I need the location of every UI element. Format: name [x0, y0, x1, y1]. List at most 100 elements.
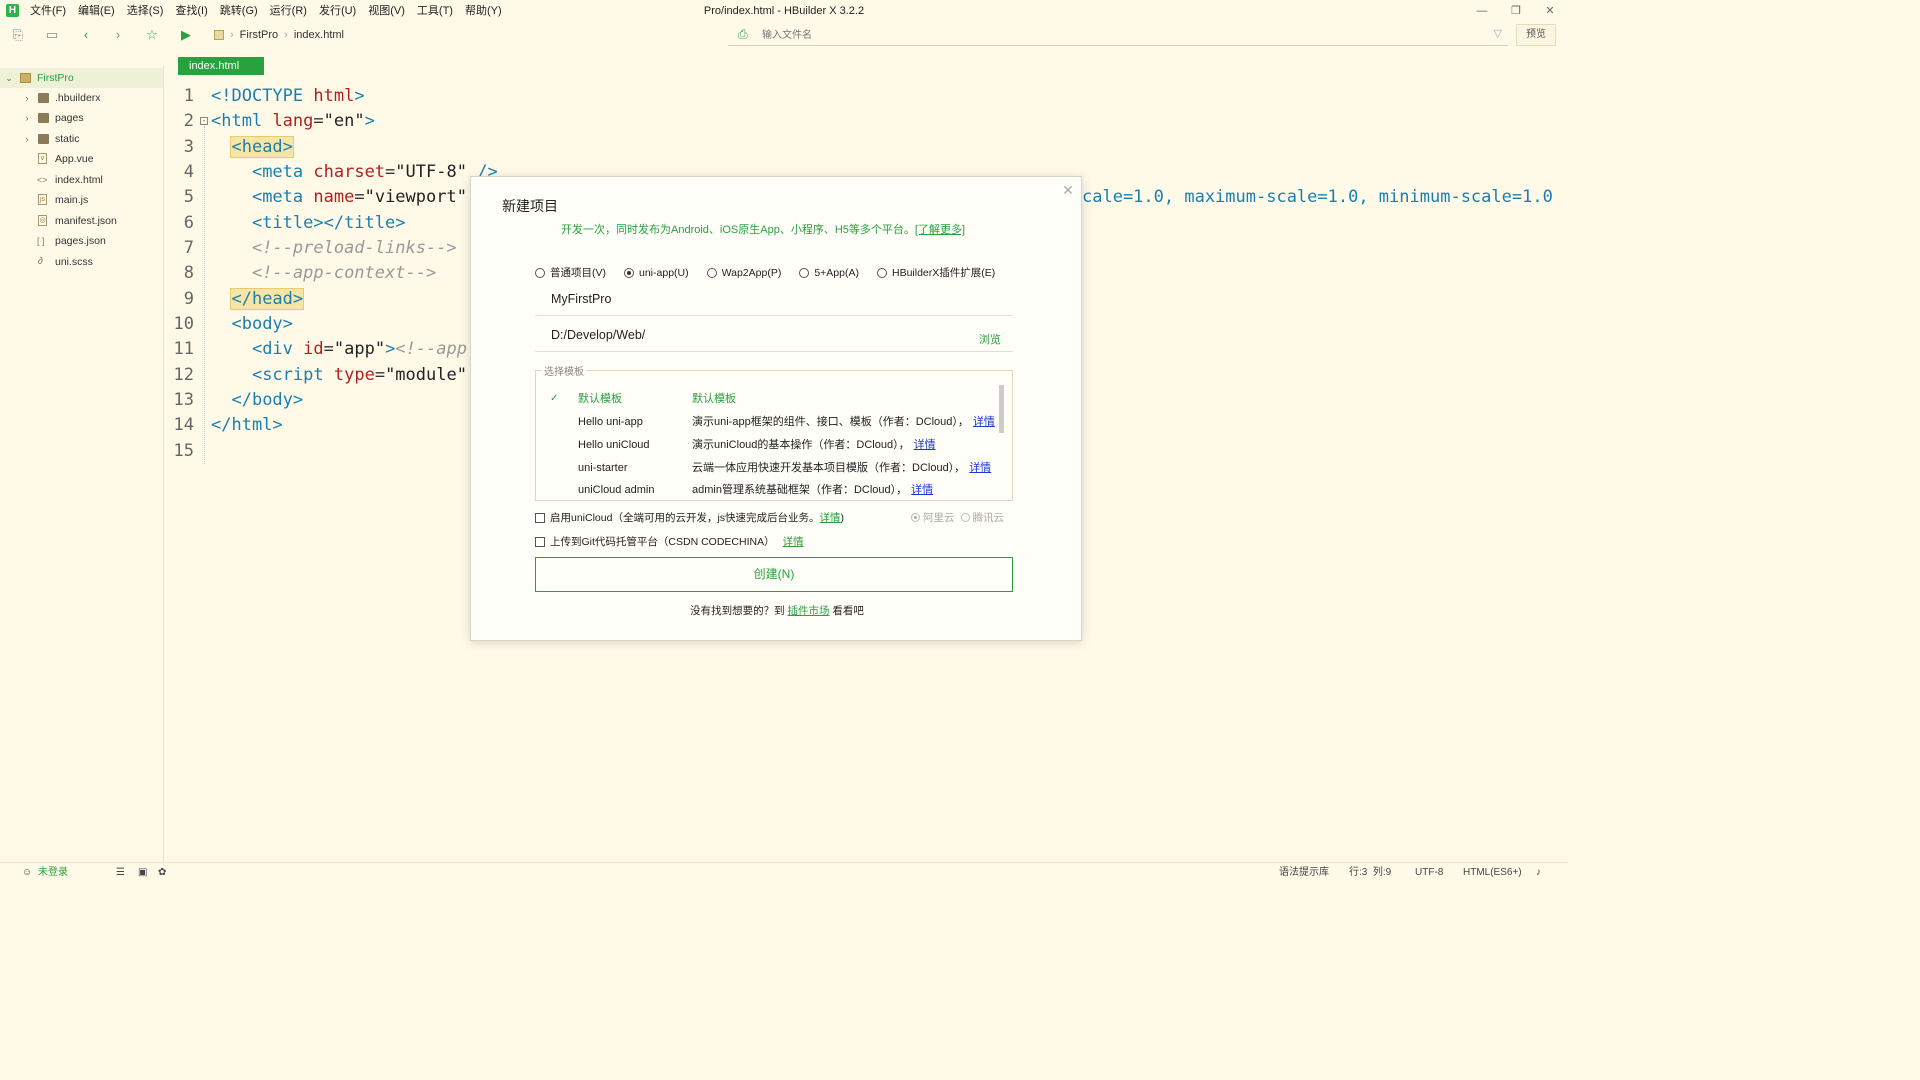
browse-button[interactable]: 浏览	[979, 331, 1001, 347]
menu-goto[interactable]: 跳转(G)	[214, 0, 264, 22]
save-icon[interactable]: ▭	[44, 27, 60, 43]
tree-item-hbuilderx[interactable]: › .hbuilderx	[0, 88, 163, 108]
project-location-input[interactable]	[551, 328, 951, 342]
syntax-hint[interactable]: 语法提示库	[1279, 863, 1329, 883]
template-list: 选择模板 ✓ 默认模板 默认模板 Hello uni-app 演示uni-app…	[535, 363, 1013, 501]
radio-wap2app[interactable]: Wap2App(P)	[706, 265, 781, 280]
breadcrumb-file[interactable]: index.html	[294, 22, 344, 48]
dialog-title: 新建项目	[502, 198, 558, 214]
new-file-icon[interactable]: ⎘	[10, 27, 26, 43]
detail-link[interactable]: 详情	[914, 439, 936, 451]
tree-item-manifest-json[interactable]: ◎ manifest.json	[0, 211, 163, 231]
chevron-right-icon[interactable]: ›	[22, 129, 32, 149]
tree-item-index-html[interactable]: <> index.html	[0, 170, 163, 190]
tree-project-root[interactable]: ⌄ FirstPro	[0, 68, 163, 88]
template-desc-text: 演示uni-app框架的组件、接口、模板（作者：DCloud），	[692, 416, 969, 428]
login-status[interactable]: 未登录	[38, 863, 68, 883]
tree-item-uni-scss[interactable]: ∂ uni.scss	[0, 252, 163, 272]
radio-icon[interactable]	[624, 267, 634, 278]
back-icon[interactable]: ‹	[78, 27, 94, 43]
cursor-position[interactable]: 行:3 列:9	[1349, 863, 1391, 883]
menu-select[interactable]: 选择(S)	[121, 0, 170, 22]
plugin-icon[interactable]: ✿	[158, 863, 166, 883]
chevron-down-icon[interactable]: ⌄	[4, 68, 14, 88]
project-type-group: 普通项目(V) uni-app(U) Wap2App(P) 5+App(A) H…	[535, 265, 1013, 280]
radio-icon[interactable]	[911, 513, 920, 522]
list-icon[interactable]: ☰	[116, 863, 125, 883]
menu-edit[interactable]: 编辑(E)	[72, 0, 121, 22]
upload-git-row[interactable]: 上传到Git代码托管平台（CSDN CODECHINA） 详情	[535, 534, 804, 549]
tree-label: App.vue	[55, 153, 94, 165]
radio-normal-project[interactable]: 普通项目(V)	[535, 265, 606, 280]
code-line: 2- <html lang="en">	[183, 111, 375, 131]
menu-view[interactable]: 视图(V)	[362, 0, 411, 22]
enable-unicloud-row[interactable]: 启用uniCloud（全端可用的云开发，js快速完成后台业务。 详情 )	[535, 510, 844, 525]
minimize-button[interactable]: —	[1464, 0, 1500, 22]
create-button[interactable]: 创建(N)	[535, 557, 1013, 592]
encoding[interactable]: UTF-8	[1415, 863, 1443, 883]
menu-file[interactable]: 文件(F)	[24, 0, 72, 22]
radio-icon[interactable]	[960, 513, 970, 522]
tree-item-app-vue[interactable]: v App.vue	[0, 149, 163, 169]
bell-icon[interactable]: ♪	[1536, 863, 1541, 883]
tree-item-pages-json[interactable]: [ ] pages.json	[0, 231, 163, 251]
detail-link[interactable]: 详情	[973, 416, 995, 428]
language-mode[interactable]: HTML(ES6+)	[1463, 863, 1522, 883]
file-search-input[interactable]	[762, 26, 1462, 44]
tree-item-static[interactable]: › static	[0, 129, 163, 149]
app-logo-icon: H	[6, 4, 19, 17]
project-name-input[interactable]	[551, 292, 951, 306]
template-item-unicloud-admin[interactable]: uniCloud admin admin管理系统基础框架（作者：DCloud），…	[536, 480, 996, 500]
menu-tools[interactable]: 工具(T)	[411, 0, 459, 22]
editor-tab-index-html[interactable]: index.html	[178, 57, 264, 75]
restore-button[interactable]: ❐	[1498, 0, 1534, 22]
radio-hbuilderx-plugin[interactable]: HBuilderX插件扩展(E)	[876, 265, 995, 280]
folder-icon	[38, 93, 49, 103]
radio-icon[interactable]	[706, 267, 717, 278]
template-item-uni-starter[interactable]: uni-starter 云端一体应用快速开发基本项目模版（作者：DCloud），…	[536, 458, 996, 478]
menu-find[interactable]: 查找(I)	[169, 0, 213, 22]
unicloud-close-paren: )	[840, 511, 845, 524]
menu-bar: 文件(F) 编辑(E) 选择(S) 查找(I) 跳转(G) 运行(R) 发行(U…	[24, 0, 508, 22]
radio-icon[interactable]	[876, 267, 887, 278]
menu-run[interactable]: 运行(R)	[264, 0, 313, 22]
tree-item-pages[interactable]: › pages	[0, 108, 163, 128]
breadcrumb-project[interactable]: FirstPro	[240, 22, 279, 48]
plugin-market-link[interactable]: 插件市场	[788, 605, 830, 617]
radio-icon[interactable]	[799, 267, 810, 278]
tree-item-main-js[interactable]: js main.js	[0, 190, 163, 210]
chevron-right-icon[interactable]: ›	[22, 108, 32, 128]
chevron-right-icon[interactable]: ›	[22, 88, 32, 108]
template-item-hello-uni-app[interactable]: Hello uni-app 演示uni-app框架的组件、接口、模板（作者：DC…	[536, 412, 996, 432]
radio-uni-app[interactable]: uni-app(U)	[624, 265, 689, 280]
menu-help[interactable]: 帮助(Y)	[459, 0, 508, 22]
filter-icon[interactable]: ▽	[1494, 27, 1502, 40]
dialog-subtitle: 开发一次，同时发布为Android、iOS原生App、小程序、H5等多个平台。[…	[561, 221, 965, 237]
unicloud-checkbox[interactable]	[535, 512, 545, 523]
close-icon[interactable]: ✕	[1059, 181, 1077, 199]
template-desc: 演示uni-app框架的组件、接口、模板（作者：DCloud）， 详情	[692, 412, 995, 432]
run-icon[interactable]: ▶	[178, 27, 194, 43]
star-icon[interactable]: ☆	[144, 27, 160, 43]
close-window-button[interactable]: ✕	[1532, 0, 1568, 22]
json-file-icon: [ ]	[37, 236, 45, 246]
radio-icon[interactable]	[535, 267, 545, 278]
detail-link[interactable]: 详情	[969, 462, 991, 474]
fold-icon[interactable]: -	[200, 117, 208, 125]
learn-more-link[interactable]: [了解更多]	[915, 224, 965, 236]
template-scrollbar[interactable]	[999, 385, 1004, 433]
git-detail-link[interactable]: 详情	[783, 534, 804, 549]
user-icon[interactable]: ☺	[22, 863, 32, 883]
detail-link[interactable]: 详情	[911, 484, 933, 496]
new-project-dialog: ✕ 新建项目 开发一次，同时发布为Android、iOS原生App、小程序、H5…	[470, 176, 1082, 641]
radio-5plus-app[interactable]: 5+App(A)	[799, 265, 859, 280]
template-item-default[interactable]: ✓ 默认模板 默认模板	[536, 389, 996, 409]
forward-icon[interactable]: ›	[110, 27, 126, 43]
template-item-hello-unicloud[interactable]: Hello uniCloud 演示uniCloud的基本操作（作者：DCloud…	[536, 435, 996, 455]
terminal-icon[interactable]: ▣	[138, 863, 147, 883]
unicloud-detail-link[interactable]: 详情	[820, 510, 841, 525]
git-checkbox[interactable]	[535, 536, 545, 547]
preview-button[interactable]: 预览	[1516, 24, 1556, 46]
menu-publish[interactable]: 发行(U)	[313, 0, 362, 22]
template-desc: 演示uniCloud的基本操作（作者：DCloud）， 详情	[692, 435, 936, 455]
